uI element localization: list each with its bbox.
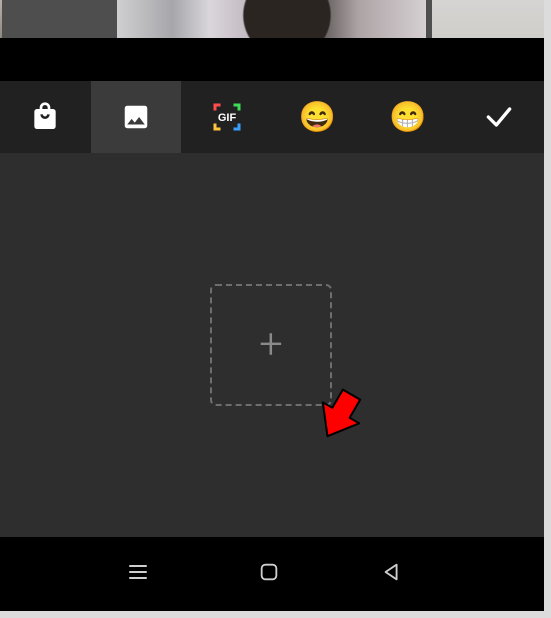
add-sticker-tile[interactable]: + [210, 284, 332, 406]
check-icon [483, 101, 515, 133]
svg-text:GIF: GIF [218, 112, 237, 124]
recent-apps-icon [126, 560, 150, 588]
preview-strip [0, 0, 544, 38]
gif-icon: GIF [210, 100, 244, 134]
nav-back-button[interactable] [377, 559, 407, 589]
system-navbar [0, 537, 544, 611]
sticker-panel: + [0, 153, 544, 537]
preview-thumb[interactable] [432, 0, 544, 38]
app-frame: GIF 😄 😁 + [0, 0, 544, 611]
store-tab[interactable] [0, 81, 91, 153]
nav-home-button[interactable] [254, 559, 284, 589]
nav-recent-button[interactable] [123, 559, 153, 589]
home-icon [258, 561, 280, 587]
plus-icon: + [259, 324, 283, 366]
emoji-grin-icon: 😄 [299, 100, 336, 135]
emoji-tab-1[interactable]: 😄 [272, 81, 363, 153]
back-icon [381, 561, 403, 587]
gallery-icon [121, 102, 151, 132]
gallery-tab[interactable] [91, 81, 182, 153]
preview-thumb[interactable] [117, 0, 426, 38]
store-icon [29, 101, 61, 133]
emoji-beam-icon: 😁 [389, 100, 426, 135]
gif-tab[interactable]: GIF [181, 81, 272, 153]
confirm-button[interactable] [453, 81, 544, 153]
emoji-tab-2[interactable]: 😁 [363, 81, 454, 153]
category-toolbar: GIF 😄 😁 [0, 81, 544, 153]
preview-thumb[interactable] [0, 0, 2, 38]
